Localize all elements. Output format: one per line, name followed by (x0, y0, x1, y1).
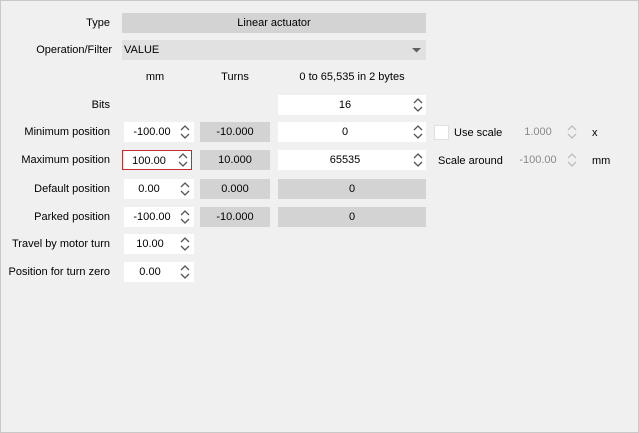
use-scale-checkbox[interactable] (434, 125, 449, 140)
default-position-mm-value: 0.00 (138, 183, 160, 195)
travel-by-motor-turn-value: 10.00 (136, 238, 164, 250)
bits-stepper[interactable]: 16 (278, 95, 426, 115)
scale-around-label: Scale around (438, 155, 503, 167)
default-position-mm-stepper[interactable]: 0.00 (124, 179, 194, 199)
scale-unit: x (592, 127, 598, 139)
parked-position-mm-stepper[interactable]: -100.00 (124, 207, 194, 227)
stepper-arrows-icon[interactable] (412, 150, 424, 170)
bits-value: 16 (338, 99, 352, 111)
maximum-position-mm-value: 100.00 (132, 155, 166, 167)
stepper-arrows-icon[interactable] (179, 122, 191, 142)
minimum-position-raw-stepper[interactable]: 0 (278, 122, 426, 142)
parked-position-raw: 0 (278, 207, 426, 227)
type-label: Type (86, 17, 110, 29)
default-position-label: Default position (34, 183, 110, 195)
operation-filter-label: Operation/Filter (36, 44, 112, 56)
travel-by-motor-turn-label: Travel by motor turn (11, 238, 110, 250)
stepper-arrows-icon[interactable] (179, 234, 191, 254)
default-position-turns: 0.000 (200, 179, 270, 199)
operation-filter-value: VALUE (124, 44, 160, 56)
use-scale-label: Use scale (454, 127, 503, 139)
travel-by-motor-turn-stepper[interactable]: 10.00 (124, 234, 194, 254)
maximum-position-raw-stepper[interactable]: 65535 (278, 150, 426, 170)
stepper-arrows-icon[interactable] (179, 262, 191, 282)
scale-around-unit: mm (592, 155, 611, 167)
parked-position-turns: -10.000 (200, 207, 270, 227)
position-for-turn-zero-label: Position for turn zero (8, 266, 111, 278)
type-value: Linear actuator (122, 13, 426, 33)
position-for-turn-zero-stepper[interactable]: 0.00 (124, 262, 194, 282)
stepper-arrows-icon[interactable] (412, 122, 424, 142)
scale-value: 1.000 (524, 126, 552, 138)
turns-column-header: Turns (221, 71, 249, 83)
stepper-arrows-icon (566, 122, 578, 142)
stepper-arrows-icon[interactable] (177, 150, 189, 170)
stepper-arrows-icon[interactable] (412, 95, 424, 115)
mm-column-header: mm (145, 71, 165, 83)
minimum-position-raw-value: 0 (341, 126, 349, 138)
minimum-position-mm-value: -100.00 (133, 126, 171, 138)
parked-position-mm-value: -100.00 (133, 211, 171, 223)
operation-filter-select[interactable]: VALUE (122, 40, 426, 60)
minimum-position-label: Minimum position (24, 126, 110, 138)
chevron-down-icon (412, 40, 421, 67)
position-for-turn-zero-value: 0.00 (139, 266, 161, 278)
bits-label: Bits (91, 99, 110, 111)
stepper-arrows-icon[interactable] (179, 179, 191, 199)
parked-position-label: Parked position (34, 211, 110, 223)
maximum-position-turns: 10.000 (200, 150, 270, 170)
stepper-arrows-icon (566, 150, 578, 170)
range-column-header: 0 to 65,535 in 2 bytes (299, 71, 405, 83)
minimum-position-mm-stepper[interactable]: -100.00 (124, 122, 194, 142)
stepper-arrows-icon[interactable] (179, 207, 191, 227)
default-position-raw: 0 (278, 179, 426, 199)
minimum-position-turns: -10.000 (200, 122, 270, 142)
maximum-position-raw-value: 65535 (329, 154, 361, 166)
scale-around-value: -100.00 (519, 154, 557, 166)
maximum-position-label: Maximum position (21, 154, 110, 166)
